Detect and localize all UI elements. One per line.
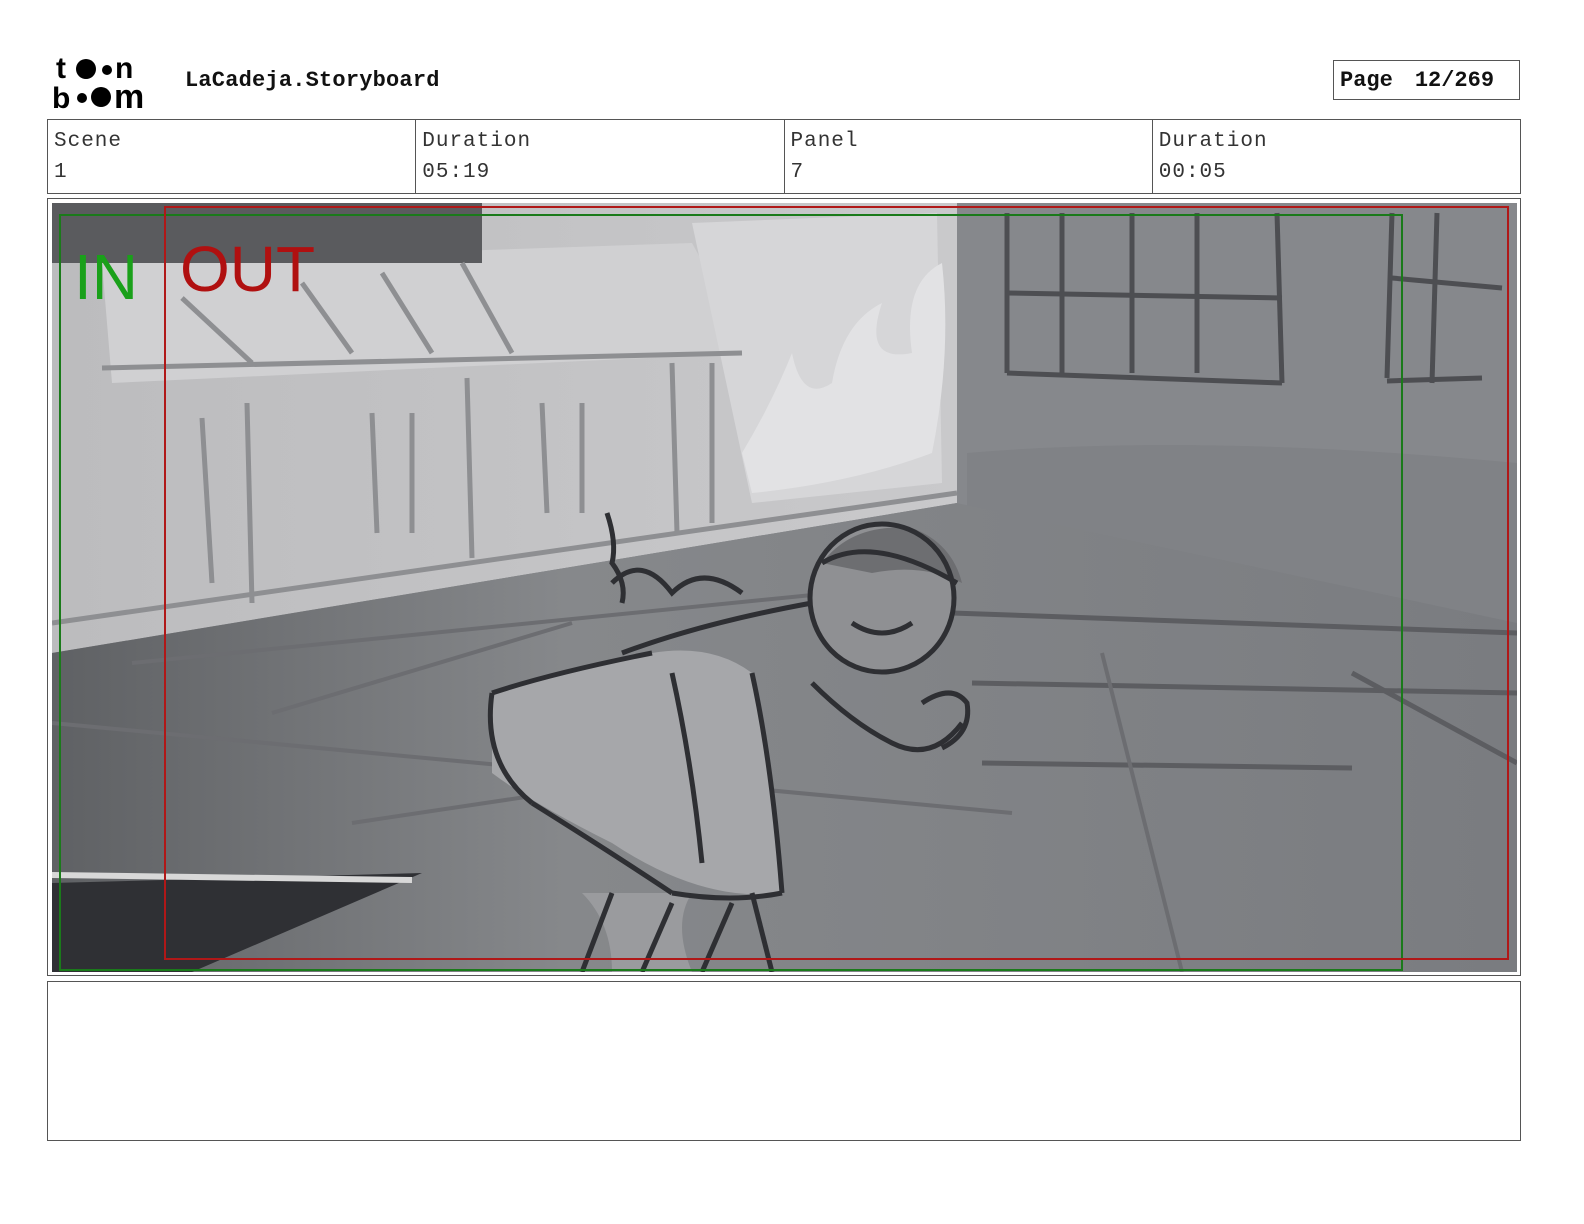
page-label: Page (1340, 67, 1393, 93)
scene-duration-cell: Duration 05:19 (416, 120, 785, 193)
panel-duration-label: Duration (1158, 130, 1268, 153)
scene-value: 1 (54, 161, 68, 184)
panel-duration-value: 00:05 (1158, 161, 1227, 184)
scene-label: Scene (54, 130, 123, 153)
panel-label: Panel (790, 130, 859, 153)
panel-duration-cell: Duration 00:05 (1153, 120, 1520, 193)
logo-dot-large (76, 59, 96, 79)
logo-letter-b: b (52, 82, 70, 110)
scene-duration-value: 05:19 (422, 161, 491, 184)
document-title: LaCadeja.Storyboard (185, 68, 440, 93)
panel-sketch-image: IN OUT (52, 203, 1517, 972)
toonboom-logo: t n b m (52, 52, 164, 116)
notes-box[interactable] (47, 981, 1521, 1141)
page-indicator: Page 12/269 (1333, 60, 1520, 100)
out-label: OUT (180, 233, 315, 305)
in-label: IN (74, 241, 138, 313)
panel-value: 7 (790, 161, 805, 184)
scene-duration-label: Duration (422, 130, 532, 153)
toonboom-logo-graphic: t n b m (52, 52, 144, 116)
page-value: 12/269 (1414, 67, 1495, 93)
logo-dot-large-2 (91, 87, 111, 107)
logo-letter-t: t (56, 52, 66, 85)
logo-dot-small-2 (77, 93, 87, 103)
logo-dot-small (102, 65, 112, 75)
panel-cell: Panel 7 (785, 120, 1153, 193)
storyboard-sketch: IN OUT (52, 203, 1517, 972)
scene-cell: Scene 1 (48, 120, 417, 193)
panel-info-row: Scene 1 Duration 05:19 Panel 7 Duration … (47, 119, 1521, 194)
logo-letter-m: m (114, 78, 144, 110)
